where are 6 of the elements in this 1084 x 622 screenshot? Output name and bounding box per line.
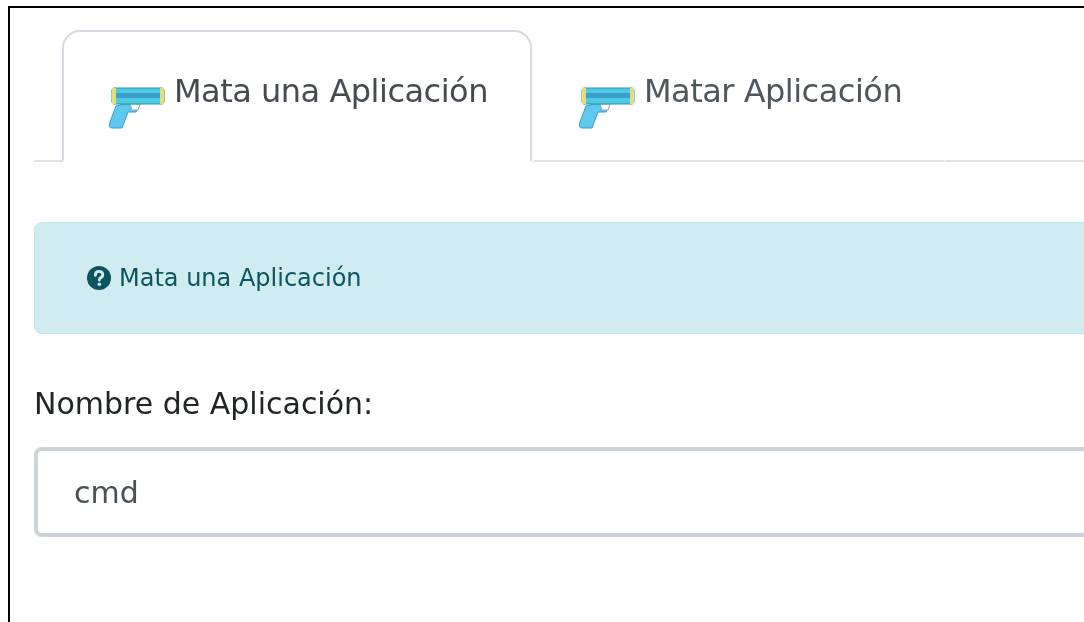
pistol-icon xyxy=(106,84,166,130)
tab[interactable]: Mata una Aplicación xyxy=(62,30,532,162)
field-label: Nombre de Aplicación: xyxy=(34,386,375,421)
input-field[interactable]: cmd xyxy=(34,447,1084,537)
alert-text: Mata una Aplicación xyxy=(119,264,362,292)
help-icon xyxy=(87,266,111,290)
